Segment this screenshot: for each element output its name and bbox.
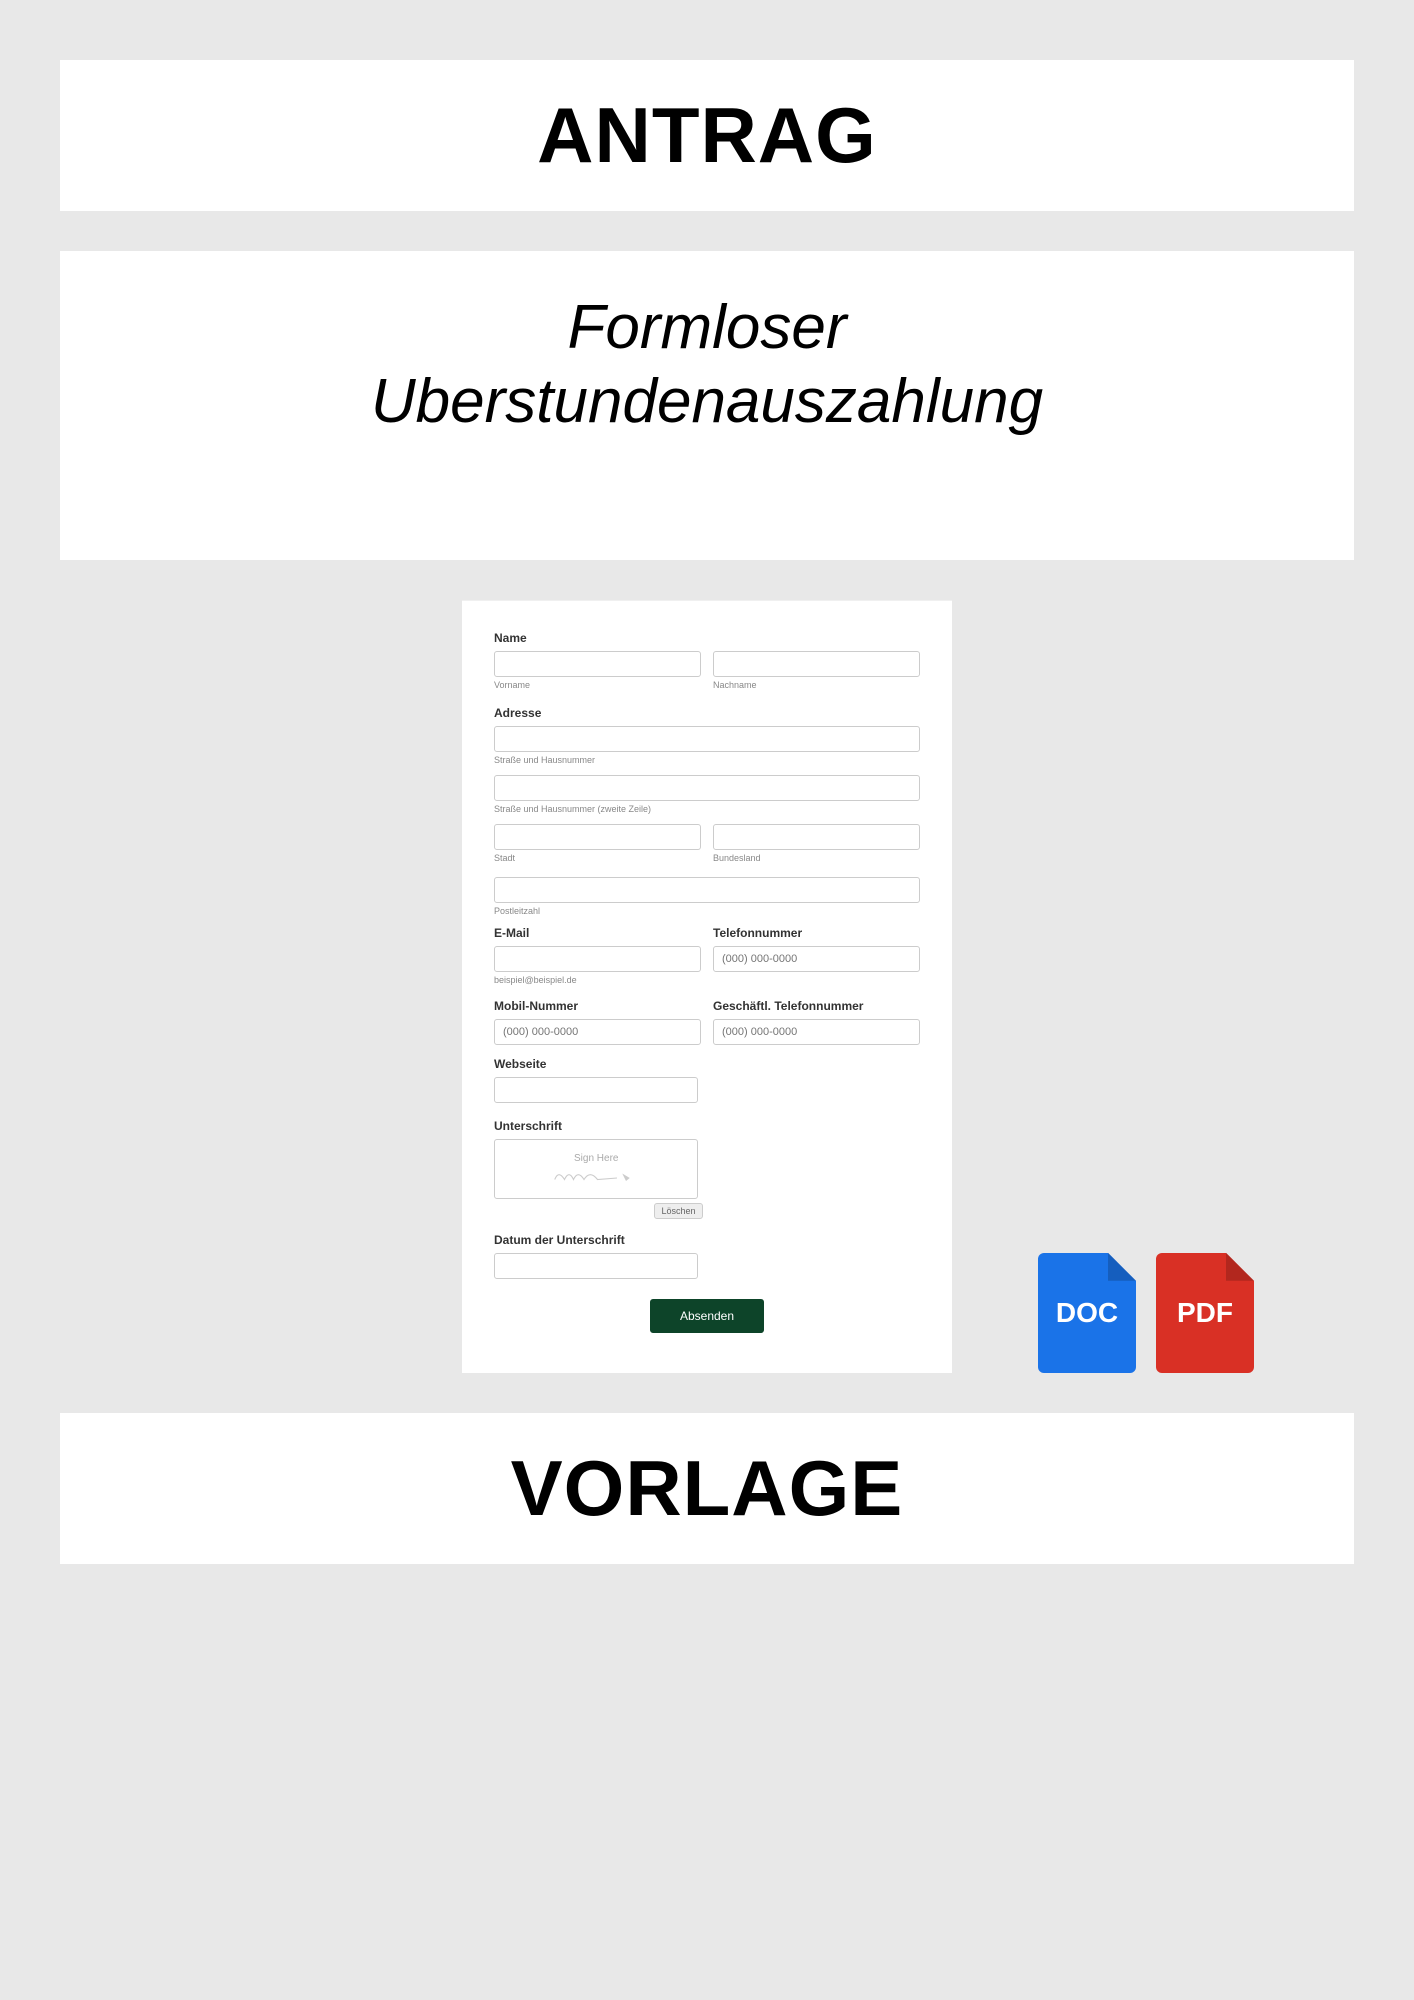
workphone-label: Geschäftl. Telefonnummer (713, 999, 920, 1013)
address-label: Adresse (494, 706, 920, 720)
sigdate-label: Datum der Unterschrift (494, 1233, 920, 1247)
street2-input[interactable] (494, 775, 920, 801)
form-area: Name Vorname Nachname Adresse Straße und… (60, 600, 1354, 1373)
street2-sublabel: Straße und Hausnummer (zweite Zeile) (494, 804, 920, 814)
first-name-input[interactable] (494, 651, 701, 677)
subtitle-line1: Formloser (100, 291, 1314, 365)
email-label: E-Mail (494, 926, 701, 940)
street1-sublabel: Straße und Hausnummer (494, 755, 920, 765)
last-name-sublabel: Nachname (713, 680, 920, 690)
signature-pad[interactable]: Sign Here (494, 1139, 698, 1199)
sigdate-input[interactable] (494, 1253, 698, 1279)
clear-signature-button[interactable]: Löschen (654, 1203, 702, 1219)
signature-hint: Sign Here (574, 1153, 618, 1164)
street1-input[interactable] (494, 726, 920, 752)
phone-input[interactable] (713, 946, 920, 972)
pdf-label: PDF (1177, 1297, 1233, 1329)
signature-label: Unterschrift (494, 1119, 920, 1133)
footer-title: VORLAGE (100, 1443, 1314, 1534)
doc-file-icon[interactable]: DOC (1038, 1253, 1136, 1373)
form-panel: Name Vorname Nachname Adresse Straße und… (462, 600, 952, 1373)
state-input[interactable] (713, 824, 920, 850)
name-label: Name (494, 631, 920, 645)
city-input[interactable] (494, 824, 701, 850)
footer-panel: VORLAGE (60, 1413, 1354, 1564)
postal-sublabel: Postleitzahl (494, 906, 920, 916)
pdf-file-icon[interactable]: PDF (1156, 1253, 1254, 1373)
mobile-label: Mobil-Nummer (494, 999, 701, 1013)
file-icons-row: DOC PDF (1038, 1253, 1254, 1373)
page-title: ANTRAG (100, 90, 1314, 181)
website-input[interactable] (494, 1077, 698, 1103)
state-sublabel: Bundesland (713, 853, 920, 863)
email-input[interactable] (494, 946, 701, 972)
subtitle-panel: Formloser Uberstundenauszahlung (60, 251, 1354, 560)
submit-button[interactable]: Absenden (650, 1299, 764, 1333)
mobile-input[interactable] (494, 1019, 701, 1045)
phone-label: Telefonnummer (713, 926, 920, 940)
city-sublabel: Stadt (494, 853, 701, 863)
last-name-input[interactable] (713, 651, 920, 677)
doc-label: DOC (1056, 1297, 1118, 1329)
postal-input[interactable] (494, 877, 920, 903)
website-label: Webseite (494, 1057, 920, 1071)
header-panel: ANTRAG (60, 60, 1354, 211)
workphone-input[interactable] (713, 1019, 920, 1045)
first-name-sublabel: Vorname (494, 680, 701, 690)
email-sublabel: beispiel@beispiel.de (494, 975, 701, 985)
subtitle-line2: Uberstundenauszahlung (100, 365, 1314, 439)
signature-scribble-icon (551, 1166, 641, 1184)
